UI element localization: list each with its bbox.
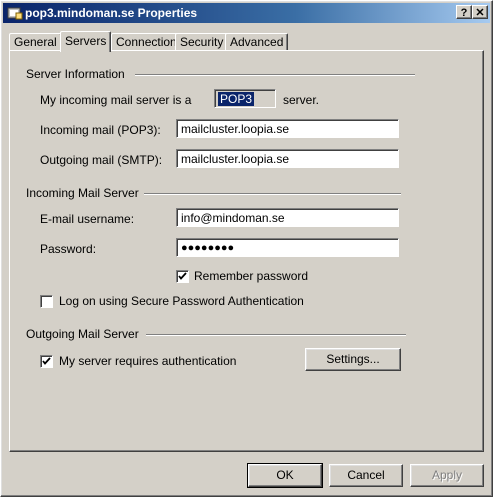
ok-button[interactable]: OK bbox=[247, 463, 323, 488]
remember-password-checkbox[interactable] bbox=[176, 270, 189, 283]
incoming-type-suffix: server. bbox=[283, 93, 320, 107]
settings-button[interactable]: Settings... bbox=[305, 348, 401, 371]
section-divider bbox=[135, 74, 415, 76]
outgoing-mail-label: Outgoing mail (SMTP): bbox=[40, 153, 163, 167]
help-button[interactable]: ? bbox=[456, 5, 472, 19]
password-field[interactable]: ●●●●●●●● bbox=[176, 238, 399, 257]
incoming-mail-server-heading: Incoming Mail Server bbox=[26, 186, 139, 200]
checkmark-icon bbox=[178, 272, 187, 280]
tab-security[interactable]: Security bbox=[175, 33, 229, 51]
remember-password-label: Remember password bbox=[194, 269, 309, 283]
outgoing-mail-field[interactable]: mailcluster.loopia.se bbox=[176, 149, 399, 168]
incoming-mail-label: Incoming mail (POP3): bbox=[40, 123, 161, 137]
outgoing-mail-server-heading: Outgoing Mail Server bbox=[26, 327, 139, 341]
window-title: pop3.mindoman.se Properties bbox=[25, 6, 198, 20]
mail-account-icon bbox=[7, 5, 23, 21]
username-label: E-mail username: bbox=[40, 212, 135, 226]
spa-label: Log on using Secure Password Authenticat… bbox=[59, 294, 304, 308]
servers-tab-panel: Server Information My incoming mail serv… bbox=[9, 50, 484, 452]
section-divider bbox=[144, 193, 401, 195]
incoming-type-prefix: My incoming mail server is a bbox=[40, 93, 192, 107]
spa-checkbox[interactable] bbox=[40, 295, 53, 308]
tab-connection[interactable]: Connection bbox=[111, 33, 182, 51]
section-divider bbox=[146, 334, 406, 336]
tab-servers[interactable]: Servers bbox=[60, 31, 112, 52]
checkmark-icon bbox=[42, 357, 51, 365]
password-label: Password: bbox=[40, 242, 97, 256]
tab-general[interactable]: General bbox=[9, 33, 62, 51]
username-field[interactable]: info@mindoman.se bbox=[176, 208, 399, 227]
title-bar[interactable]: pop3.mindoman.se Properties ? ✕ bbox=[3, 3, 490, 23]
cancel-button[interactable]: Cancel bbox=[329, 464, 403, 487]
incoming-server-type-value: POP3 bbox=[218, 92, 255, 106]
server-auth-label: My server requires authentication bbox=[59, 354, 237, 368]
properties-dialog: pop3.mindoman.se Properties ? ✕ General … bbox=[0, 0, 493, 497]
server-information-heading: Server Information bbox=[26, 67, 125, 81]
tab-advanced[interactable]: Advanced bbox=[225, 33, 289, 51]
server-auth-checkbox[interactable] bbox=[40, 355, 53, 368]
close-button[interactable]: ✕ bbox=[472, 5, 488, 19]
incoming-mail-field[interactable]: mailcluster.loopia.se bbox=[176, 119, 399, 138]
apply-button[interactable]: Apply bbox=[410, 464, 484, 487]
incoming-server-type: POP3 bbox=[214, 89, 276, 108]
